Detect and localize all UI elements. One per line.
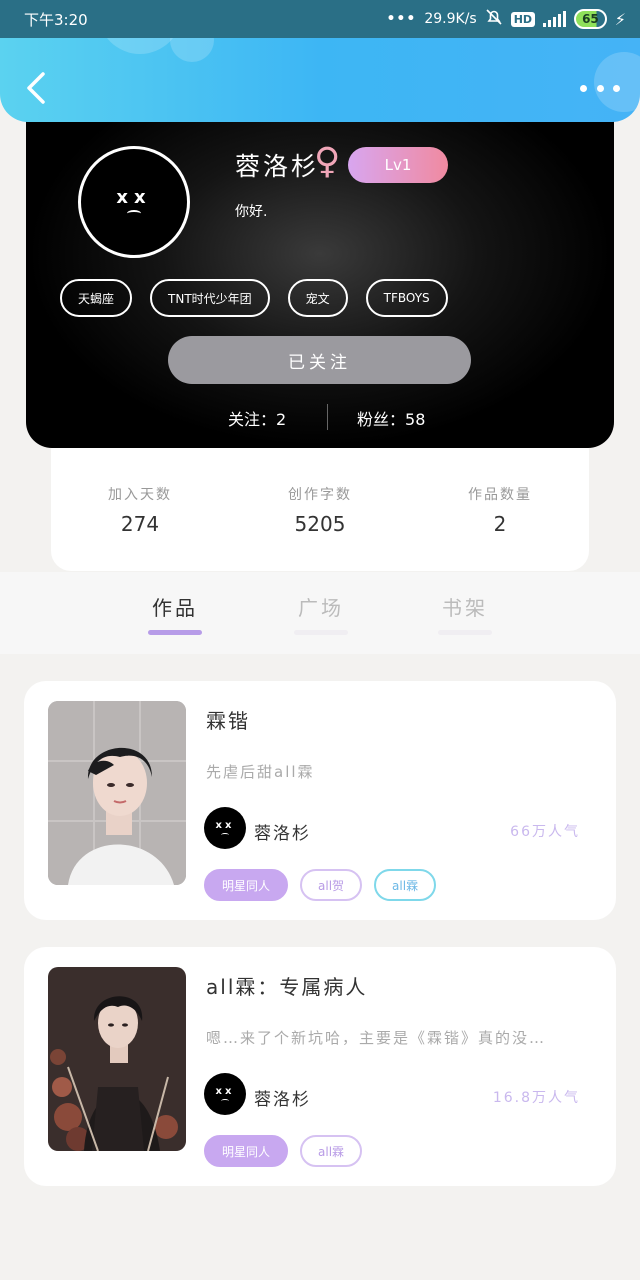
battery-icon: 65 xyxy=(574,9,607,29)
sad-face-icon: xx xyxy=(116,187,151,217)
status-icons: ••• 29.9K/s HD 65 ⚡ xyxy=(386,8,626,30)
stat-value: 274 xyxy=(120,512,160,536)
stat-label: 作品数量 xyxy=(468,487,532,503)
tab-works[interactable]: 作品 xyxy=(135,592,215,621)
profile-tag[interactable]: TFBOYS xyxy=(365,279,448,317)
stat-value: 2 xyxy=(493,512,507,536)
tab-indicator xyxy=(438,630,492,635)
dot-icon xyxy=(596,84,604,92)
profile-card: xx 蓉洛杉 ♀ Lv1 你好. 天蝎座 TNT时代少年团 宠文 TFBOYS … xyxy=(26,95,614,448)
dot-icon xyxy=(613,84,620,92)
following-stat[interactable]: 关注：2 xyxy=(228,406,286,430)
author-name: 蓉洛杉 xyxy=(254,1090,311,1110)
sad-face-icon: xx xyxy=(216,820,235,837)
work-tags: 明星同人 all霖 xyxy=(204,1135,363,1167)
avatar[interactable]: xx xyxy=(78,146,190,258)
level-badge: Lv1 xyxy=(348,147,448,183)
fans-stat[interactable]: 粉丝：58 xyxy=(357,406,425,430)
female-gender-icon: ♀ xyxy=(314,141,341,182)
work-tag[interactable]: 明星同人 xyxy=(204,1135,289,1167)
profile-tag[interactable]: TNT时代少年团 xyxy=(150,279,270,317)
author-avatar[interactable]: xx xyxy=(204,1073,246,1115)
work-cover-image[interactable] xyxy=(48,967,186,1151)
author-name: 蓉洛杉 xyxy=(254,824,311,844)
profile-tag[interactable]: 宠文 xyxy=(287,279,348,317)
profile-tags: 天蝎座 TNT时代少年团 宠文 TFBOYS xyxy=(60,279,448,317)
author-stats-box: 加入天数 274 创作字数 5205 作品数量 2 xyxy=(51,430,589,571)
network-speed: 29.9K/s xyxy=(424,11,477,27)
fans-label: 粉丝： xyxy=(357,410,406,429)
work-title: 霖锴 xyxy=(206,709,250,733)
work-tag[interactable]: all贺 xyxy=(300,869,363,901)
tab-bookshelf[interactable]: 书架 xyxy=(425,592,505,621)
work-card[interactable]: all霖：专属病人 嗯…来了个新坑哈，主要是《霖锴》真的没… xx 蓉洛杉 16… xyxy=(24,947,616,1186)
tab-bar: 作品 广场 书架 xyxy=(0,572,640,654)
work-title: all霖：专属病人 xyxy=(206,975,368,999)
tab-square[interactable]: 广场 xyxy=(281,592,361,621)
stat-value: 5205 xyxy=(294,512,346,536)
user-bio: 你好. xyxy=(235,204,268,220)
work-tags: 明星同人 all贺 all霖 xyxy=(204,869,437,901)
work-card[interactable]: 霖锴 先虐后甜all霖 xx 蓉洛杉 66万人气 明星同人 all贺 all霖 xyxy=(24,681,616,920)
tab-indicator xyxy=(148,630,202,635)
dot-icon xyxy=(580,84,587,92)
status-bar: 下午3:20 ••• 29.9K/s HD 65 ⚡ xyxy=(0,0,640,38)
popularity-count: 16.8万人气 xyxy=(492,1090,580,1106)
hd-icon: HD xyxy=(510,11,536,27)
header-bar: 下午3:20 ••• 29.9K/s HD 65 ⚡ xyxy=(0,0,640,122)
username: 蓉洛杉 xyxy=(235,152,320,181)
back-button[interactable] xyxy=(18,68,54,108)
stats-divider xyxy=(327,404,328,430)
author-avatar[interactable]: xx xyxy=(204,807,246,849)
following-label: 关注： xyxy=(228,410,277,429)
more-options-button[interactable] xyxy=(580,78,620,98)
status-time: 下午3:20 xyxy=(24,11,88,29)
stat-word-count: 创作字数 5205 xyxy=(240,484,400,536)
work-tag[interactable]: all霖 xyxy=(300,1135,363,1167)
fans-count: 58 xyxy=(405,410,426,429)
charging-icon: ⚡ xyxy=(614,9,626,29)
sad-face-icon: xx xyxy=(216,1086,235,1103)
tab-indicator xyxy=(294,630,348,635)
follow-stats: 关注：2 粉丝：58 xyxy=(26,400,614,434)
chevron-left-icon xyxy=(27,72,45,104)
work-tag[interactable]: all霖 xyxy=(374,869,437,901)
more-notifications-icon: ••• xyxy=(386,11,417,27)
popularity-count: 66万人气 xyxy=(510,824,580,840)
work-description: 先虐后甜all霖 xyxy=(206,763,315,781)
work-description: 嗯…来了个新坑哈，主要是《霖锴》真的没… xyxy=(206,1029,547,1047)
profile-tag[interactable]: 天蝎座 xyxy=(60,279,133,317)
stat-label: 加入天数 xyxy=(108,487,172,503)
follow-button[interactable]: 已关注 xyxy=(168,336,471,384)
mute-bell-icon xyxy=(485,8,503,30)
stat-join-days: 加入天数 274 xyxy=(60,484,220,536)
signal-icon xyxy=(543,11,567,27)
work-cover-image[interactable] xyxy=(48,701,186,885)
following-count: 2 xyxy=(276,410,287,429)
stat-works-count: 作品数量 2 xyxy=(420,484,580,536)
work-tag[interactable]: 明星同人 xyxy=(204,869,289,901)
stat-label: 创作字数 xyxy=(288,487,352,503)
